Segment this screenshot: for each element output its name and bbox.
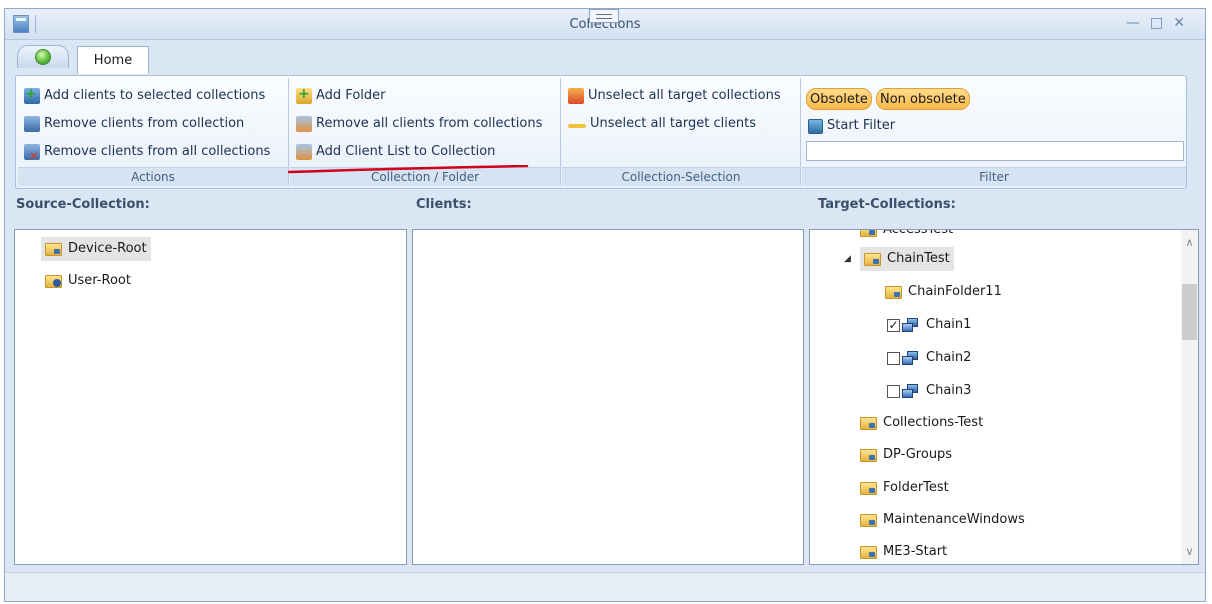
- maximize-icon[interactable]: □: [1150, 15, 1173, 31]
- client-collection-icon: [902, 350, 919, 366]
- unselect-collections-icon: [568, 88, 584, 104]
- folder-icon: [860, 545, 877, 559]
- target-collections-tree[interactable]: AccessTest ◢ ChainTest ChainFolder11 ✓ C…: [809, 229, 1199, 565]
- scroll-down-icon[interactable]: ∨: [1181, 543, 1198, 560]
- chain1-checkbox[interactable]: ✓: [887, 318, 900, 332]
- red-underline-annotation: [287, 165, 529, 174]
- folder-icon: [885, 285, 902, 299]
- unselect-all-target-clients-button[interactable]: Unselect all target clients: [568, 113, 756, 135]
- close-icon[interactable]: ✕: [1173, 15, 1195, 31]
- tree-item-dp-groups[interactable]: DP-Groups: [860, 443, 952, 467]
- remove-all-clients-from-collections-button[interactable]: Remove all clients from collections: [296, 113, 542, 135]
- group-label-actions: Actions: [18, 167, 288, 186]
- status-bar: [5, 572, 1205, 601]
- folder-icon: [860, 230, 877, 237]
- remove-all-clients-from-collections-icon: [296, 116, 312, 132]
- target-scrollbar[interactable]: ∧ ∨: [1181, 230, 1198, 564]
- non-obsolete-toggle[interactable]: Non obsolete: [876, 88, 970, 110]
- group-actions: Add clients to selected collections Remo…: [18, 78, 289, 186]
- chaintest-node[interactable]: ChainTest: [860, 247, 954, 271]
- source-collection-header: Source-Collection:: [16, 197, 150, 212]
- tree-item-collections-test[interactable]: Collections-Test: [860, 411, 983, 435]
- remove-all-clients-icon: [24, 144, 40, 167]
- add-folder-icon: [296, 83, 312, 105]
- tree-item-chain2[interactable]: Chain2: [887, 346, 971, 370]
- add-clients-icon: [24, 83, 40, 105]
- filter-input[interactable]: [806, 141, 1184, 161]
- group-collection-selection: Unselect all target collections Unselect…: [562, 78, 801, 186]
- add-client-list-icon: [296, 144, 312, 160]
- remove-clients-from-all-collections-button[interactable]: Remove clients from all collections: [24, 141, 270, 167]
- unselect-all-target-collections-button[interactable]: Unselect all target collections: [568, 85, 781, 107]
- obsolete-toggle[interactable]: Obsolete: [806, 88, 872, 110]
- window-controls: —□✕: [1126, 15, 1195, 31]
- tree-item-me3-start[interactable]: ME3-Start: [860, 540, 947, 564]
- tree-item-foldertest[interactable]: FolderTest: [860, 476, 949, 500]
- tree-item-accesstest[interactable]: AccessTest: [860, 230, 953, 242]
- tree-item-chainfolder11[interactable]: ChainFolder11: [885, 280, 1002, 304]
- folder-icon: [860, 448, 877, 462]
- folder-icon: [860, 513, 877, 527]
- unselect-clients-icon: [568, 124, 586, 128]
- minimize-icon[interactable]: —: [1126, 15, 1150, 31]
- group-label-filter: Filter: [802, 167, 1186, 186]
- folder-icon: [860, 481, 877, 495]
- add-client-list-to-collection-button[interactable]: Add Client List to Collection: [296, 141, 495, 163]
- filter-icon: [808, 118, 823, 134]
- target-collections-header: Target-Collections:: [818, 197, 956, 212]
- folder-icon: [45, 242, 62, 256]
- source-collection-tree[interactable]: Device-Root User-Root: [14, 229, 407, 565]
- chain2-checkbox[interactable]: [887, 351, 900, 365]
- tree-item-user-root[interactable]: User-Root: [45, 269, 131, 293]
- tree-item-chaintest[interactable]: ◢ ChainTest: [844, 247, 954, 271]
- clients-header: Clients:: [416, 197, 472, 212]
- title-bar: Collections —□✕: [5, 9, 1205, 40]
- folder-icon: [860, 416, 877, 430]
- tree-item-device-root[interactable]: Device-Root: [41, 237, 151, 261]
- group-filter: Obsolete Non obsolete Start Filter Filte…: [802, 78, 1186, 186]
- folder-icon: [864, 252, 881, 266]
- add-clients-to-selected-collections-button[interactable]: Add clients to selected collections: [24, 83, 265, 107]
- client-collection-icon: [902, 317, 919, 333]
- ribbon: Add clients to selected collections Remo…: [15, 75, 1187, 189]
- client-collection-icon: [902, 383, 919, 399]
- remove-clients-icon: [24, 116, 40, 132]
- start-filter-button[interactable]: Start Filter: [808, 115, 895, 137]
- tab-home[interactable]: Home: [77, 46, 149, 74]
- group-label-collection-selection: Collection-Selection: [562, 167, 800, 186]
- remove-clients-from-collection-button[interactable]: Remove clients from collection: [24, 113, 244, 135]
- add-folder-button[interactable]: Add Folder: [296, 83, 385, 107]
- tree-item-chain3[interactable]: Chain3: [887, 379, 971, 403]
- tree-item-maintenancewindows[interactable]: MaintenanceWindows: [860, 508, 1025, 532]
- scroll-up-icon[interactable]: ∧: [1181, 234, 1198, 251]
- clients-list[interactable]: [412, 229, 804, 565]
- application-menu-button[interactable]: [17, 45, 69, 68]
- expanded-arrow-icon[interactable]: ◢: [844, 247, 854, 271]
- user-folder-icon: [45, 274, 62, 288]
- tree-item-chain1[interactable]: ✓ Chain1: [887, 313, 971, 337]
- chain3-checkbox[interactable]: [887, 384, 900, 398]
- ribbon-grip-icon[interactable]: [589, 9, 619, 23]
- scrollbar-thumb[interactable]: [1182, 284, 1197, 340]
- ribbon-tab-row: Home: [5, 40, 1205, 76]
